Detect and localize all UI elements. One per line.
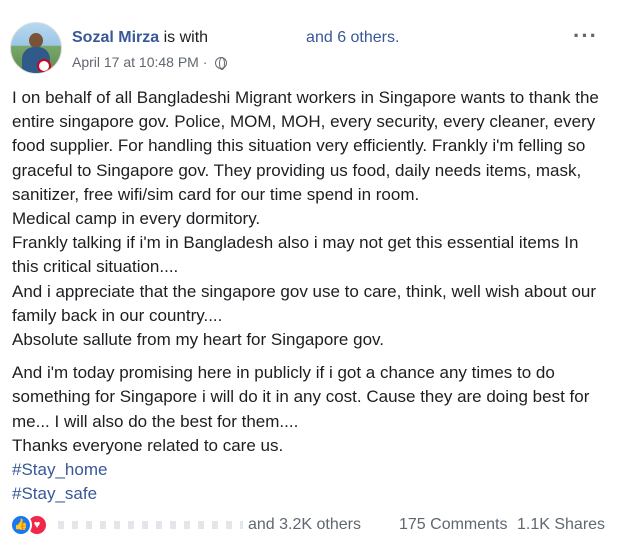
- post-footer: 👍 ♥ and 3.2K others 175 Comments 1.1K Sh…: [10, 512, 608, 540]
- tagged-others-link[interactable]: and 6 others.: [306, 29, 399, 46]
- meta-separator: ·: [202, 54, 208, 70]
- author-avatar[interactable]: [10, 22, 62, 74]
- post-paragraph: Absolute sallute from my heart for Singa…: [12, 330, 384, 350]
- avatar-head: [29, 33, 43, 48]
- post-date-line: April 17 at 10:48 PM ·: [72, 53, 228, 71]
- hashtag-line: #Stay_safe: [12, 482, 608, 506]
- like-icon[interactable]: 👍: [10, 514, 32, 536]
- post-paragraph: And i appreciate that the singapore gov …: [12, 281, 597, 325]
- reactor-names-redacted: [58, 521, 243, 529]
- globe-icon[interactable]: [215, 57, 228, 70]
- post-paragraph: I on behalf of all Bangladeshi Migrant w…: [12, 88, 599, 204]
- hashtag-line: #Stay_home: [12, 458, 608, 482]
- with-text: is with: [163, 29, 209, 46]
- facebook-post: Sozal Mirza is with and 6 others. April 1…: [0, 0, 618, 549]
- author-name-link[interactable]: Sozal Mirza: [72, 29, 159, 46]
- timestamp-link[interactable]: April 17 at 10:48 PM: [72, 54, 199, 70]
- post-meta-line: Sozal Mirza is with and 6 others.: [72, 28, 399, 48]
- avatar-badge-icon: [37, 59, 51, 73]
- post-header: Sozal Mirza is with and 6 others. April 1…: [10, 22, 608, 78]
- comments-count-link[interactable]: 175 Comments: [399, 516, 508, 534]
- post-body: I on behalf of all Bangladeshi Migrant w…: [12, 86, 608, 506]
- post-paragraph: And i'm today promising here in publicly…: [12, 363, 590, 431]
- hashtag-link[interactable]: #Stay_safe: [12, 484, 97, 503]
- reaction-count-link[interactable]: and 3.2K others: [248, 516, 361, 534]
- more-options-icon[interactable]: ···: [573, 25, 598, 47]
- post-paragraph: Medical camp in every dormitory.: [12, 209, 261, 229]
- post-paragraph: Frankly talking if i'm in Bangladesh als…: [12, 233, 579, 277]
- shares-count-link[interactable]: 1.1K Shares: [517, 516, 605, 534]
- post-paragraph: Thanks everyone related to care us.: [12, 435, 284, 455]
- hashtag-link[interactable]: #Stay_home: [12, 460, 107, 479]
